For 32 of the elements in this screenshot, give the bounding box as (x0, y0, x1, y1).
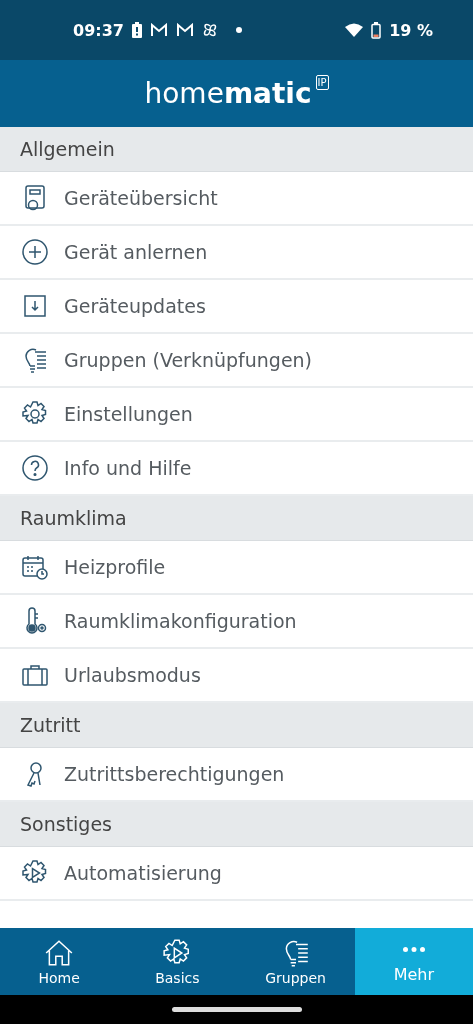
home-indicator[interactable] (171, 1007, 302, 1012)
help-icon (21, 454, 49, 482)
wifi-icon (345, 23, 364, 37)
menu-item[interactable]: Raumklimakonfiguration (0, 595, 473, 649)
calendar-icon (21, 553, 49, 581)
section-header: Zutritt (0, 703, 473, 748)
menu-item[interactable]: Gruppen (Verknüpfungen) (0, 334, 473, 388)
battery-percentage: 19 % (389, 20, 433, 40)
more-icon (401, 945, 426, 953)
logo-text: homematic (144, 77, 312, 110)
menu-item[interactable]: Gerät anlernen (0, 226, 473, 280)
download-icon (21, 292, 49, 320)
battery-alert-icon (131, 22, 142, 38)
nav-tab[interactable]: Basics (118, 928, 237, 995)
clock: 09:37 (73, 20, 124, 40)
nav-tab[interactable]: Home (0, 928, 119, 995)
menu-item[interactable]: Geräteübersicht (0, 172, 473, 226)
logo-badge: IP (315, 75, 329, 90)
menu-item[interactable]: Einstellungen (0, 388, 473, 442)
mail-icon (175, 23, 194, 37)
menu-item[interactable]: Automatisierung (0, 847, 473, 901)
section-header: Sonstiges (0, 802, 473, 847)
section-header: Raumklima (0, 496, 473, 541)
mail-icon (149, 23, 168, 37)
section-header: Allgemein (0, 127, 473, 172)
menu-item[interactable]: Heizprofile (0, 541, 473, 595)
dot-icon (235, 27, 242, 33)
battery-icon (371, 21, 382, 39)
menu-item[interactable]: Geräteupdates (0, 280, 473, 334)
fan-icon (201, 22, 218, 38)
nav-tab[interactable]: Gruppen (236, 928, 355, 995)
plus-icon (21, 238, 49, 266)
